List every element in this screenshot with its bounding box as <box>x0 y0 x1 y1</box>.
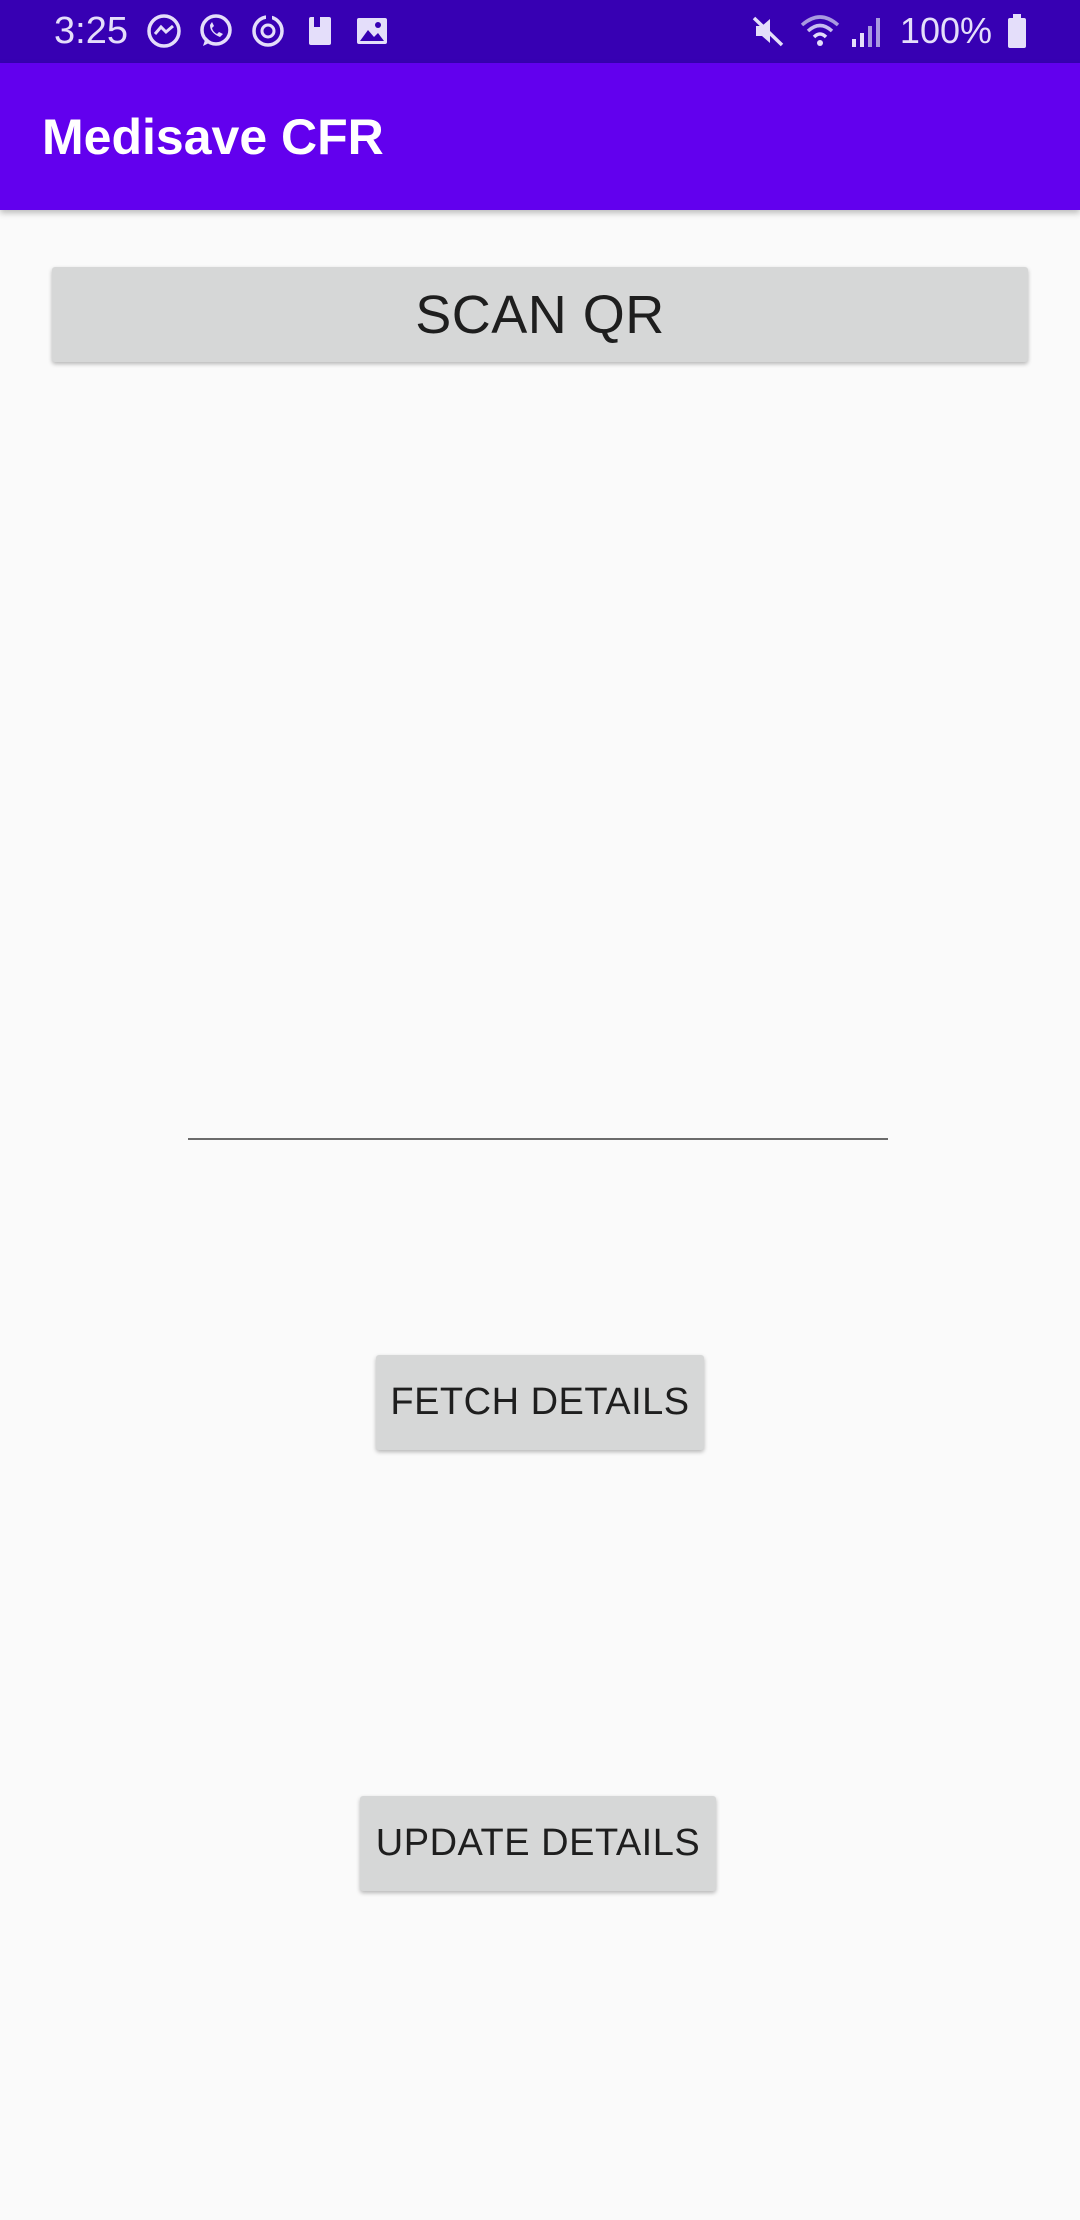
whatsapp-icon <box>198 13 234 49</box>
scan-qr-button[interactable]: SCAN QR <box>52 267 1028 362</box>
book-icon <box>302 13 338 49</box>
fetch-details-button[interactable]: FETCH DETAILS <box>376 1355 704 1450</box>
mute-icon <box>750 13 786 49</box>
screen: 3:25 100% Medisave CFR SCAN QR FETCH DET… <box>0 0 1080 2220</box>
status-bar: 3:25 100% <box>0 0 1080 63</box>
app-title: Medisave CFR <box>42 109 384 165</box>
gallery-icon <box>354 13 390 49</box>
signal-icon <box>850 13 886 49</box>
status-time: 3:25 <box>54 10 128 52</box>
sync-app-icon <box>250 13 286 49</box>
messenger-icon <box>146 13 182 49</box>
wifi-icon <box>800 13 840 49</box>
battery-icon <box>1006 13 1028 49</box>
battery-percent: 100% <box>899 10 992 51</box>
update-details-button[interactable]: UPDATE DETAILS <box>360 1796 716 1891</box>
system-icons: 100% <box>750 12 1028 50</box>
app-bar: Medisave CFR <box>0 63 1080 210</box>
notification-icons <box>146 12 390 50</box>
qr-result-input[interactable] <box>188 1080 888 1140</box>
